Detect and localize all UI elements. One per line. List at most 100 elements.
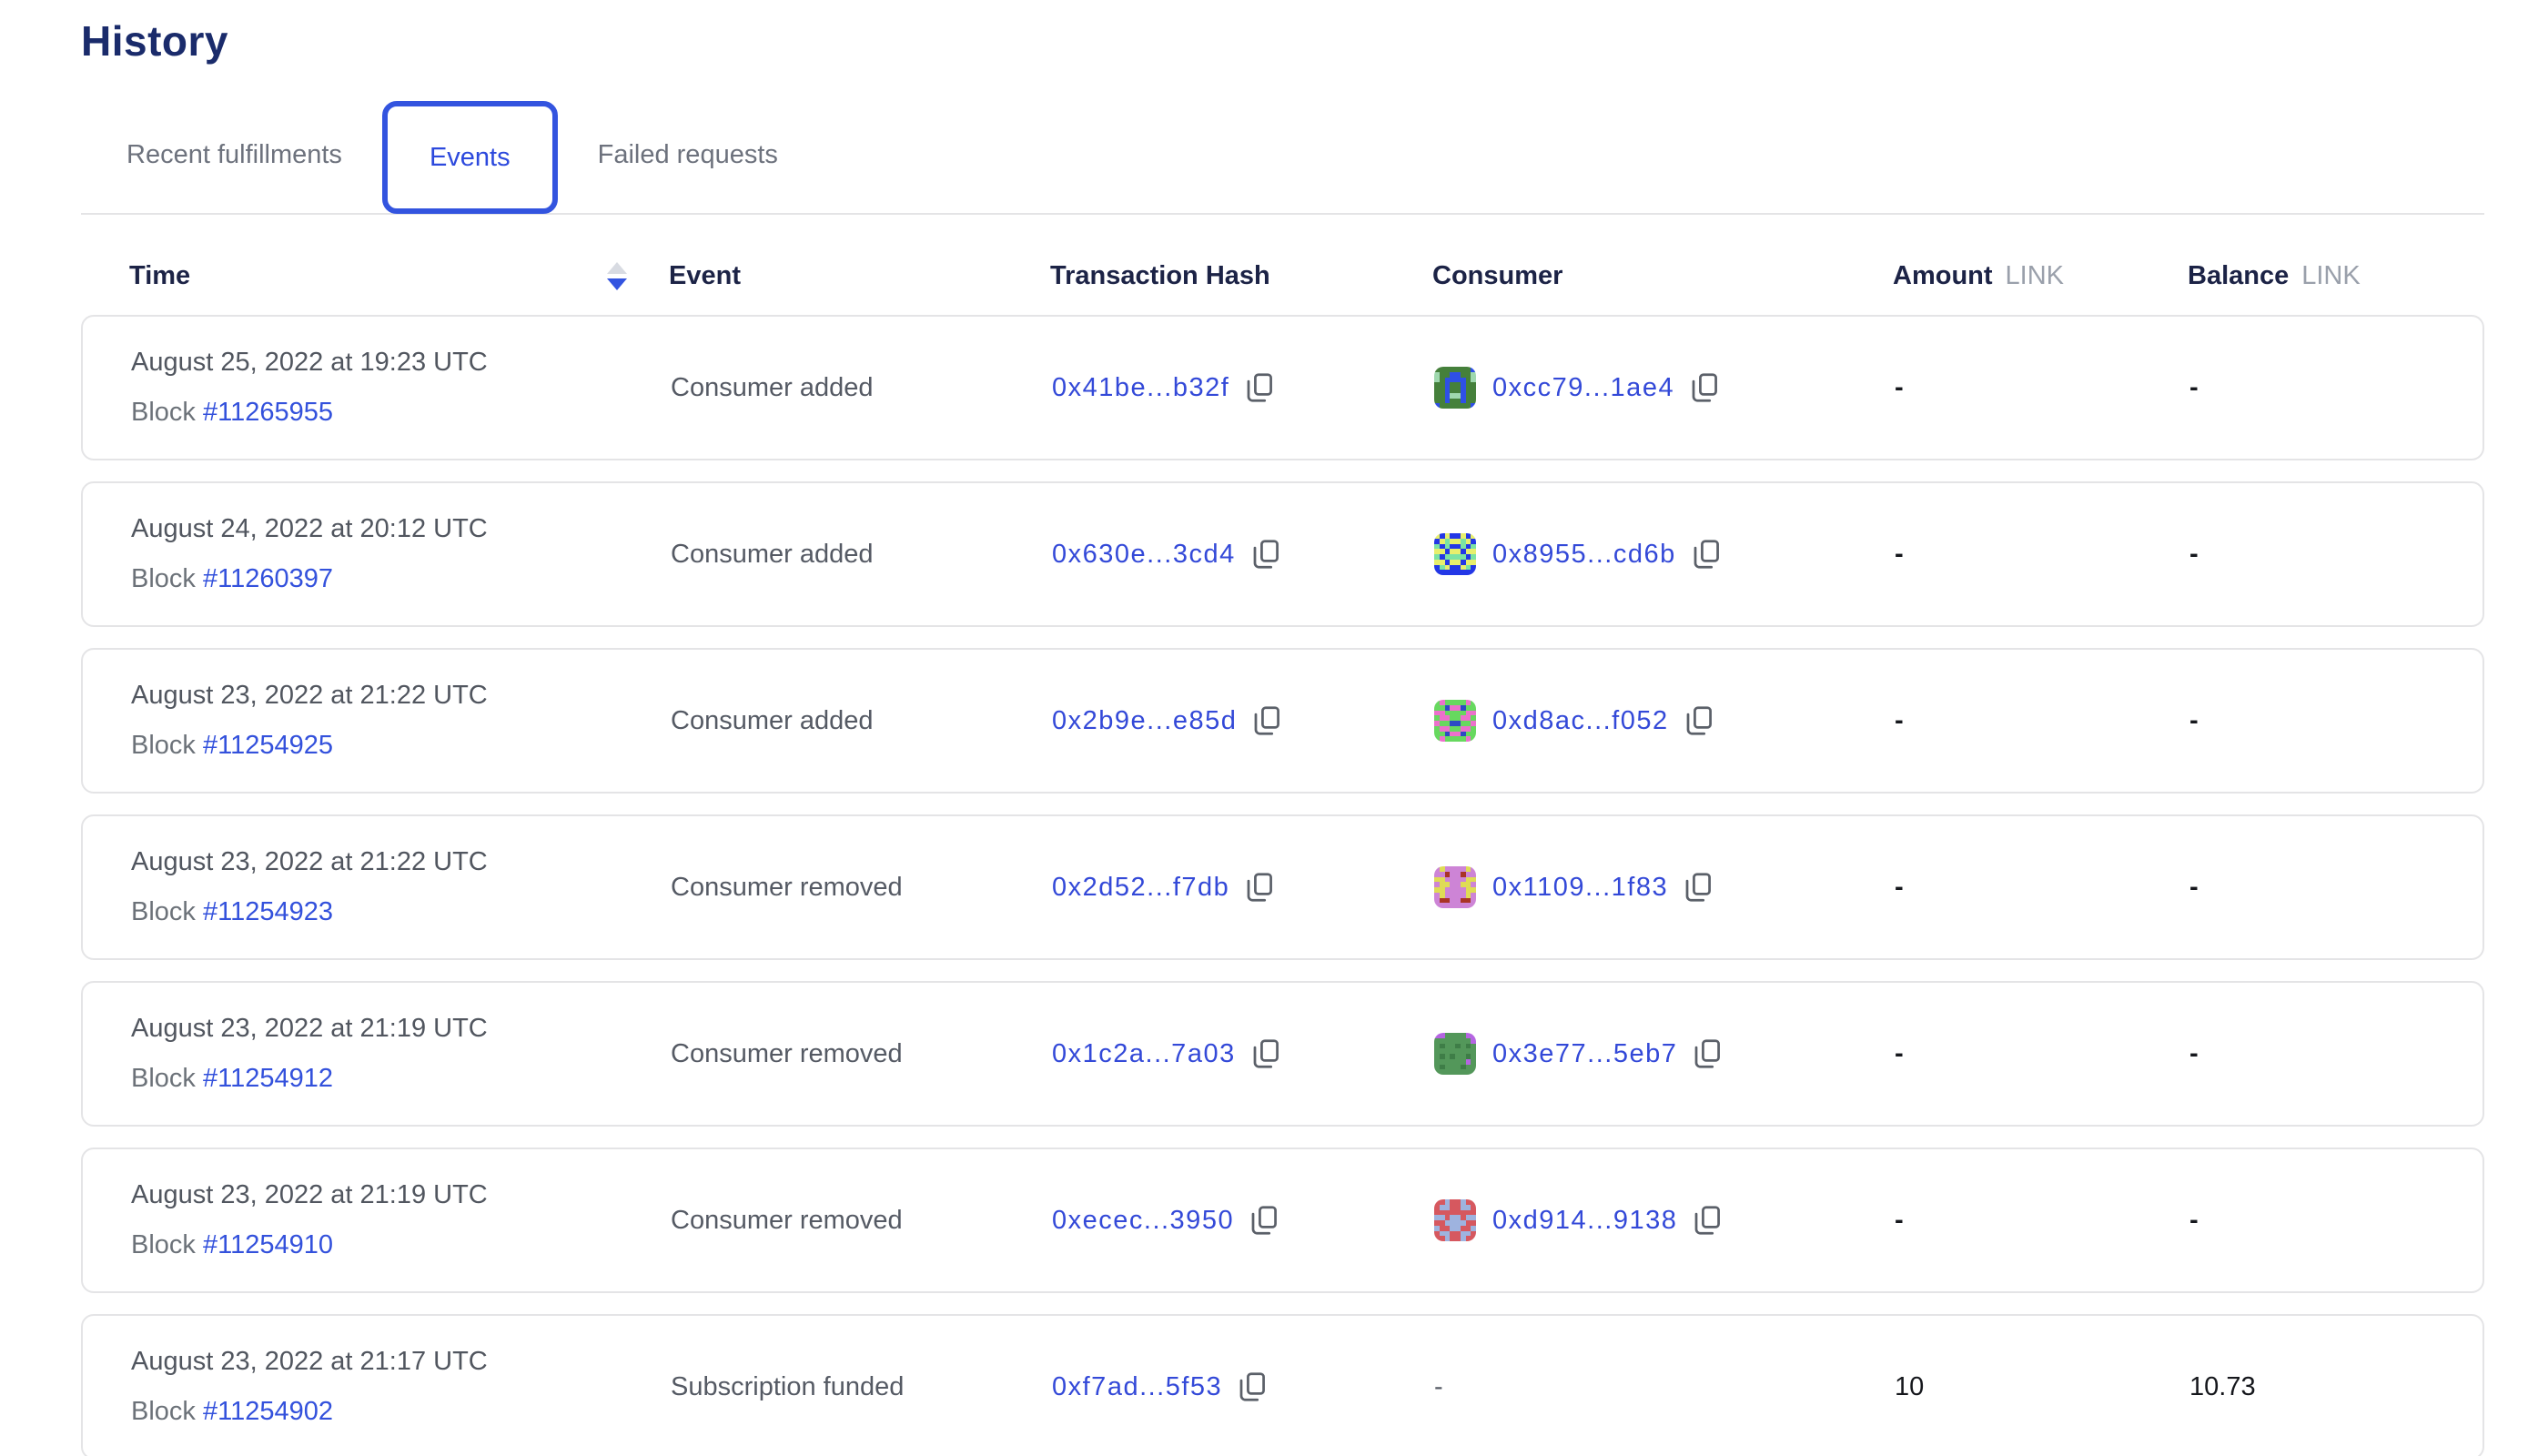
consumer-identicon (1434, 367, 1476, 409)
block-label: Block (131, 731, 203, 760)
consumer-cell: 0x3e77...5eb7 (1434, 1033, 1895, 1075)
block-number-link[interactable]: #11254902 (203, 1397, 333, 1426)
row-event: Subscription funded (671, 1372, 1052, 1402)
block-line: Block #11254902 (131, 1397, 671, 1427)
column-header-transaction-hash: Transaction Hash (1050, 261, 1432, 291)
transaction-hash-cell: 0x1c2a...7a03 (1052, 1039, 1434, 1069)
sort-control[interactable] (607, 262, 627, 290)
row-timestamp: August 23, 2022 at 21:17 UTC (131, 1347, 671, 1377)
transaction-hash-link[interactable]: 0x630e...3cd4 (1052, 540, 1236, 570)
row-amount: - (1895, 1206, 2189, 1236)
column-header-event: Event (669, 261, 1050, 291)
tab-events-label: Events (430, 143, 511, 173)
transaction-hash-cell: 0x2d52...f7db (1052, 873, 1434, 903)
table-row: August 24, 2022 at 20:12 UTC Block #1126… (81, 481, 2484, 627)
tab-bar: Recent fulfillments Events Failed reques… (81, 96, 2484, 215)
tab-failed-requests[interactable]: Failed requests (598, 140, 778, 170)
block-number-link[interactable]: #11254925 (203, 731, 333, 760)
copy-icon[interactable] (1253, 706, 1280, 735)
copy-icon[interactable] (1246, 873, 1273, 902)
block-label: Block (131, 398, 203, 427)
consumer-address-link[interactable]: 0xd8ac...f052 (1492, 706, 1669, 736)
copy-icon[interactable] (1246, 373, 1273, 402)
row-event: Consumer removed (671, 1206, 1052, 1236)
transaction-hash-link[interactable]: 0x2d52...f7db (1052, 873, 1229, 903)
time-cell: August 23, 2022 at 21:22 UTC Block #1125… (131, 847, 671, 927)
transaction-hash-link[interactable]: 0x2b9e...e85d (1052, 706, 1237, 736)
table-row: August 25, 2022 at 19:23 UTC Block #1126… (81, 315, 2484, 460)
block-number-link[interactable]: #11260397 (203, 564, 333, 593)
consumer-cell: 0xd8ac...f052 (1434, 700, 1895, 742)
consumer-address-link[interactable]: 0x1109...1f83 (1492, 873, 1668, 903)
table-row: August 23, 2022 at 21:17 UTC Block #1125… (81, 1314, 2484, 1456)
row-event: Consumer added (671, 540, 1052, 570)
block-line: Block #11254912 (131, 1064, 671, 1094)
consumer-address-link: - (1434, 1372, 1443, 1402)
transaction-hash-link[interactable]: 0x1c2a...7a03 (1052, 1039, 1236, 1069)
copy-icon[interactable] (1685, 706, 1713, 735)
row-balance: - (2189, 540, 2482, 570)
block-number-link[interactable]: #11265955 (203, 398, 333, 427)
table-header: Time Event Transaction Hash Consumer Amo… (81, 237, 2484, 315)
page-title: History (81, 16, 2528, 66)
row-amount: - (1895, 540, 2189, 570)
consumer-address-link[interactable]: 0x3e77...5eb7 (1492, 1039, 1677, 1069)
consumer-identicon (1434, 1033, 1476, 1075)
block-label: Block (131, 897, 203, 926)
copy-icon[interactable] (1252, 1039, 1279, 1068)
row-amount: - (1895, 373, 2189, 403)
block-label: Block (131, 1230, 203, 1259)
transaction-hash-cell: 0xecec...3950 (1052, 1206, 1434, 1236)
time-cell: August 23, 2022 at 21:22 UTC Block #1125… (131, 681, 671, 761)
sort-desc-icon (607, 278, 627, 290)
column-header-time: Time (129, 261, 669, 291)
transaction-hash-cell: 0x2b9e...e85d (1052, 706, 1434, 736)
row-timestamp: August 23, 2022 at 21:19 UTC (131, 1014, 671, 1044)
row-timestamp: August 23, 2022 at 21:22 UTC (131, 847, 671, 877)
time-cell: August 23, 2022 at 21:19 UTC Block #1125… (131, 1014, 671, 1094)
transaction-hash-link[interactable]: 0xf7ad...5f53 (1052, 1372, 1222, 1402)
row-balance: - (2189, 873, 2482, 903)
time-cell: August 24, 2022 at 20:12 UTC Block #1126… (131, 514, 671, 594)
block-number-link[interactable]: #11254923 (203, 897, 333, 926)
consumer-address-link[interactable]: 0xd914...9138 (1492, 1206, 1677, 1236)
consumer-cell: 0x8955...cd6b (1434, 533, 1895, 575)
sort-asc-icon (607, 262, 627, 274)
copy-icon[interactable] (1239, 1372, 1266, 1401)
history-page: History Recent fulfillments Events Faile… (0, 0, 2528, 1456)
block-line: Block #11254910 (131, 1230, 671, 1260)
copy-icon[interactable] (1252, 540, 1279, 569)
block-number-link[interactable]: #11254910 (203, 1230, 333, 1259)
copy-icon[interactable] (1693, 540, 1720, 569)
balance-unit-label: LINK (2301, 261, 2360, 290)
row-timestamp: August 23, 2022 at 21:19 UTC (131, 1180, 671, 1210)
consumer-address-link[interactable]: 0x8955...cd6b (1492, 540, 1676, 570)
transaction-hash-link[interactable]: 0x41be...b32f (1052, 373, 1229, 403)
row-event: Consumer added (671, 373, 1052, 403)
tab-recent-fulfillments[interactable]: Recent fulfillments (126, 140, 342, 170)
time-cell: August 23, 2022 at 21:17 UTC Block #1125… (131, 1347, 671, 1427)
time-cell: August 25, 2022 at 19:23 UTC Block #1126… (131, 348, 671, 428)
row-event: Consumer removed (671, 1039, 1052, 1069)
block-label: Block (131, 564, 203, 593)
row-event: Consumer added (671, 706, 1052, 736)
row-balance: - (2189, 1039, 2482, 1069)
copy-icon[interactable] (1694, 1206, 1721, 1235)
copy-icon[interactable] (1250, 1206, 1278, 1235)
row-amount: - (1895, 1039, 2189, 1069)
row-timestamp: August 23, 2022 at 21:22 UTC (131, 681, 671, 711)
events-table-body: August 25, 2022 at 19:23 UTC Block #1126… (81, 315, 2484, 1456)
block-label: Block (131, 1397, 203, 1426)
row-amount: - (1895, 873, 2189, 903)
row-timestamp: August 24, 2022 at 20:12 UTC (131, 514, 671, 544)
row-timestamp: August 25, 2022 at 19:23 UTC (131, 348, 671, 378)
block-number-link[interactable]: #11254912 (203, 1064, 333, 1093)
tab-events[interactable]: Events (382, 101, 558, 214)
consumer-address-link[interactable]: 0xcc79...1ae4 (1492, 373, 1674, 403)
copy-icon[interactable] (1691, 373, 1718, 402)
consumer-cell: 0xcc79...1ae4 (1434, 367, 1895, 409)
transaction-hash-link[interactable]: 0xecec...3950 (1052, 1206, 1234, 1236)
consumer-identicon (1434, 866, 1476, 908)
copy-icon[interactable] (1694, 1039, 1721, 1068)
copy-icon[interactable] (1684, 873, 1712, 902)
